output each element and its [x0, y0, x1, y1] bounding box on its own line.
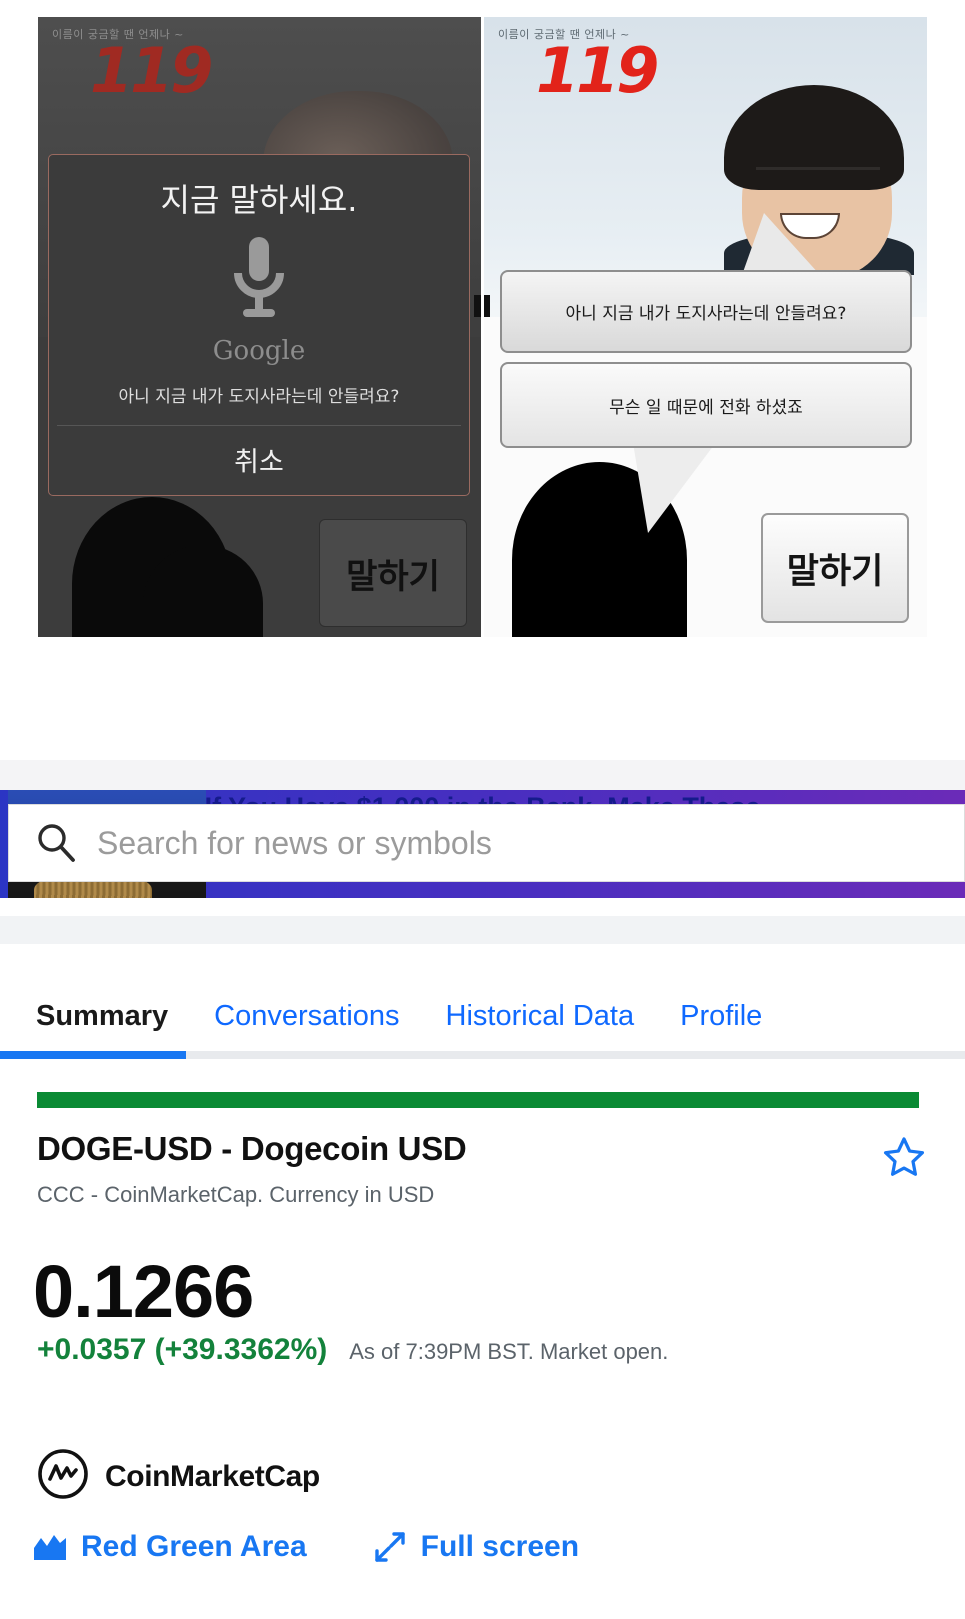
- panel-edge-notch-left: [474, 295, 481, 317]
- fullscreen-button[interactable]: Full screen: [373, 1530, 579, 1564]
- speech-bubble-tail-upper: [742, 213, 820, 275]
- meme-right-panel: 이름이 궁금할 땐 언제나 ~ 119 아니 지금 내가 도지사라는데 안들려요…: [484, 17, 927, 637]
- tab-historical-data[interactable]: Historical Data: [428, 1000, 663, 1033]
- data-provider-name: CoinMarketCap: [105, 1459, 320, 1493]
- search-input[interactable]: [97, 824, 964, 862]
- search-icon: [35, 822, 77, 864]
- quote-header: DOGE-USD - Dogecoin USD: [37, 1130, 927, 1180]
- data-provider[interactable]: CoinMarketCap: [37, 1448, 320, 1505]
- logo-119-right: 119: [536, 34, 659, 107]
- status-bar: [37, 1092, 919, 1108]
- glasses-shape: [756, 167, 880, 193]
- quote-tab-bar: Summary Conversations Historical Data Pr…: [0, 944, 965, 1059]
- page-top-strip: [0, 760, 965, 790]
- quote-change: +0.0357 (+39.3362%): [37, 1333, 328, 1366]
- google-voice-dialog: 지금 말하세요. Google 아니 지금 내가 도지사라는데 안들려요? 취소: [48, 154, 470, 496]
- meme-left-panel: 이름이 궁금할 땐 언제나 ~ 119 말하기 지금 말하세요. Google …: [38, 17, 481, 637]
- star-outline-icon[interactable]: [881, 1134, 927, 1180]
- speak-button-left[interactable]: 말하기: [319, 519, 467, 627]
- panel-edge-notch-right: [484, 295, 490, 317]
- quote-price: 0.1266: [33, 1250, 254, 1333]
- page-title: DOGE-USD - Dogecoin USD: [37, 1130, 467, 1167]
- microphone-icon: [49, 229, 469, 336]
- google-wordmark: Google: [212, 336, 306, 366]
- tab-profile[interactable]: Profile: [662, 1000, 790, 1033]
- speech-bubble-upper: 아니 지금 내가 도지사라는데 안들려요?: [500, 270, 912, 353]
- fullscreen-icon: [373, 1530, 407, 1564]
- search-bar[interactable]: [8, 804, 965, 882]
- quote-subtitle: CCC - CoinMarketCap. Currency in USD: [37, 1182, 435, 1207]
- area-chart-icon: [33, 1532, 67, 1562]
- chart-type-label: Red Green Area: [81, 1530, 307, 1563]
- speak-button-right[interactable]: 말하기: [761, 513, 909, 623]
- chart-control-bar: Red Green Area Full screen: [33, 1530, 645, 1564]
- logo-119-left: 119: [90, 34, 213, 107]
- quote-change-row: +0.0357 (+39.3362%) As of 7:39PM BST. Ma…: [37, 1333, 668, 1367]
- quote-timestamp: As of 7:39PM BST. Market open.: [349, 1339, 669, 1364]
- recognized-text: 아니 지금 내가 도지사라는데 안들려요?: [118, 387, 400, 407]
- emergency-119-header-right: 이름이 궁금할 땐 언제나 ~ 119: [484, 17, 927, 101]
- speech-bubble-lower: 무슨 일 때문에 전화 하셨죠: [500, 362, 912, 448]
- screenshot-root: 이름이 궁금할 땐 언제나 ~ 119 말하기 지금 말하세요. Google …: [0, 0, 965, 1619]
- emergency-119-header-left: 이름이 궁금할 땐 언제나 ~ 119: [38, 17, 481, 101]
- voice-dialog-title: 지금 말하세요.: [160, 181, 358, 219]
- fullscreen-label: Full screen: [420, 1530, 580, 1563]
- tab-list: Summary Conversations Historical Data Pr…: [0, 1000, 790, 1033]
- speech-bubble-tail-lower: [632, 437, 720, 533]
- tab-conversations[interactable]: Conversations: [196, 1000, 427, 1033]
- chart-type-button[interactable]: Red Green Area: [33, 1530, 307, 1564]
- meme-image: 이름이 궁금할 땐 언제나 ~ 119 말하기 지금 말하세요. Google …: [0, 0, 965, 640]
- section-divider-strip: [0, 916, 965, 944]
- coinmarketcap-icon: [37, 1448, 89, 1505]
- content-gap: [0, 898, 965, 916]
- tab-summary[interactable]: Summary: [18, 1000, 196, 1033]
- cancel-button[interactable]: 취소: [49, 426, 469, 495]
- tab-active-indicator: [0, 1051, 186, 1059]
